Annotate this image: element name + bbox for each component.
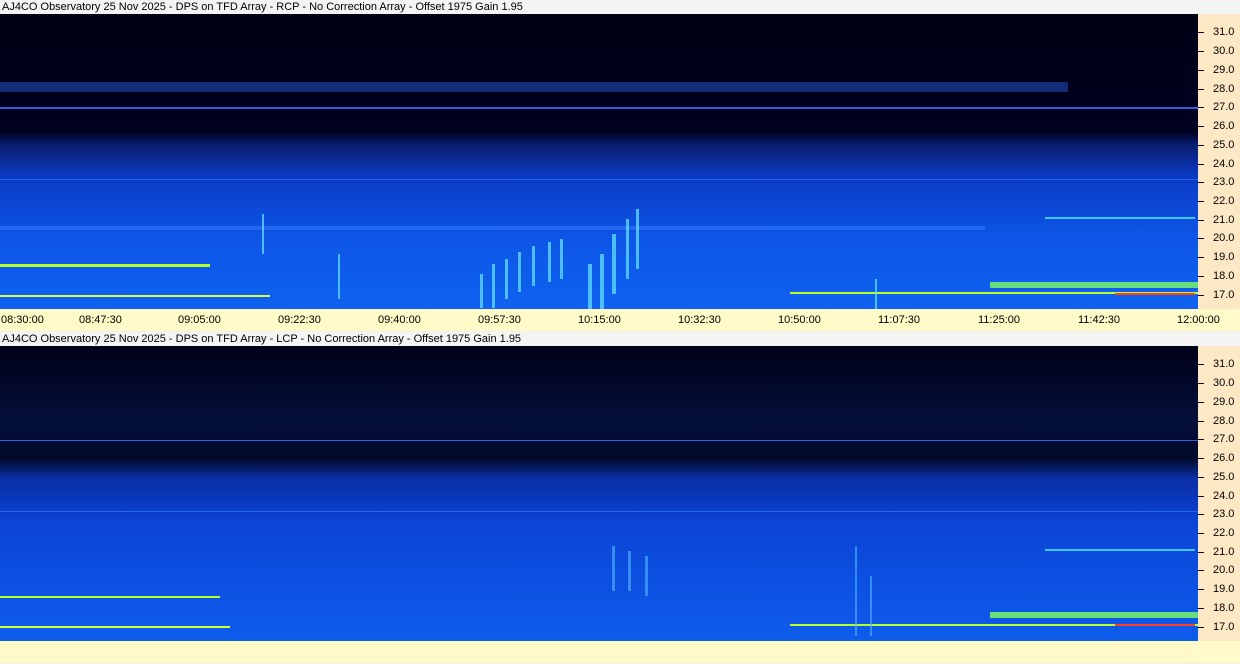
freq-tick-label: 22.0 <box>1213 195 1235 207</box>
freq-tick-label: 21.0 <box>1213 546 1235 558</box>
panel-title: AJ4CO Observatory 25 Nov 2025 - DPS on T… <box>0 0 1240 14</box>
time-tick-label: 11:25:00 <box>978 314 1021 326</box>
lcp-panel: AJ4CO Observatory 25 Nov 2025 - DPS on T… <box>0 332 1240 664</box>
freq-tick-label: 30.0 <box>1213 377 1235 389</box>
freq-tick-label: 24.0 <box>1213 158 1235 170</box>
freq-tick-label: 19.0 <box>1213 583 1235 595</box>
freq-tick-label: 22.0 <box>1213 527 1235 539</box>
freq-tick-label: 24.0 <box>1213 490 1235 502</box>
freq-tick-label: 19.0 <box>1213 251 1235 263</box>
freq-tick-label: 23.0 <box>1213 176 1235 188</box>
panel-title: AJ4CO Observatory 25 Nov 2025 - DPS on T… <box>0 332 1240 346</box>
time-tick-label: 08:47:30 <box>79 314 122 326</box>
freq-tick-label: 26.0 <box>1213 120 1235 132</box>
time-tick-label: 09:57:30 <box>478 314 521 326</box>
time-tick-label: 09:05:00 <box>178 314 221 326</box>
freq-tick-label: 28.0 <box>1213 83 1235 95</box>
time-tick-label: 12:00:00 <box>1177 314 1220 326</box>
freq-tick-label: 25.0 <box>1213 139 1235 151</box>
time-tick-label: 10:15:00 <box>578 314 621 326</box>
freq-tick-label: 17.0 <box>1213 621 1235 633</box>
time-tick-label: 11:07:30 <box>878 314 921 326</box>
freq-tick-label: 20.0 <box>1213 232 1235 244</box>
time-axis <box>0 641 1240 663</box>
freq-tick-label: 17.0 <box>1213 289 1235 301</box>
freq-tick-label: 25.0 <box>1213 471 1235 483</box>
time-tick-label: 09:40:00 <box>378 314 421 326</box>
freq-tick-label: 31.0 <box>1213 26 1235 38</box>
freq-tick-label: 18.0 <box>1213 602 1235 614</box>
freq-tick-label: 27.0 <box>1213 433 1235 445</box>
freq-tick-label: 26.0 <box>1213 452 1235 464</box>
freq-tick-label: 21.0 <box>1213 214 1235 226</box>
freq-tick-label: 18.0 <box>1213 270 1235 282</box>
freq-tick-label: 29.0 <box>1213 64 1235 76</box>
time-tick-label: 10:32:30 <box>678 314 721 326</box>
freq-tick-label: 30.0 <box>1213 45 1235 57</box>
spectrogram-lcp <box>0 346 1198 641</box>
time-tick-label: 08:30:00 <box>1 314 44 326</box>
freq-tick-label: 27.0 <box>1213 101 1235 113</box>
frequency-axis: 31.0 30.0 29.0 28.0 27.0 26.0 25.0 24.0 … <box>1198 346 1240 641</box>
freq-tick-label: 31.0 <box>1213 358 1235 370</box>
freq-tick-label: 20.0 <box>1213 564 1235 576</box>
freq-tick-label: 28.0 <box>1213 415 1235 427</box>
freq-tick-label: 29.0 <box>1213 396 1235 408</box>
time-tick-label: 11:42:30 <box>1078 314 1121 326</box>
spectrogram-rcp <box>0 14 1198 309</box>
frequency-axis: 31.0 30.0 29.0 28.0 27.0 26.0 25.0 24.0 … <box>1198 14 1240 309</box>
time-axis: 08:30:00 08:47:30 09:05:00 09:22:30 09:4… <box>0 309 1240 331</box>
freq-tick-label: 23.0 <box>1213 508 1235 520</box>
rcp-panel: AJ4CO Observatory 25 Nov 2025 - DPS on T… <box>0 0 1240 332</box>
time-tick-label: 10:50:00 <box>778 314 821 326</box>
time-tick-label: 09:22:30 <box>278 314 321 326</box>
